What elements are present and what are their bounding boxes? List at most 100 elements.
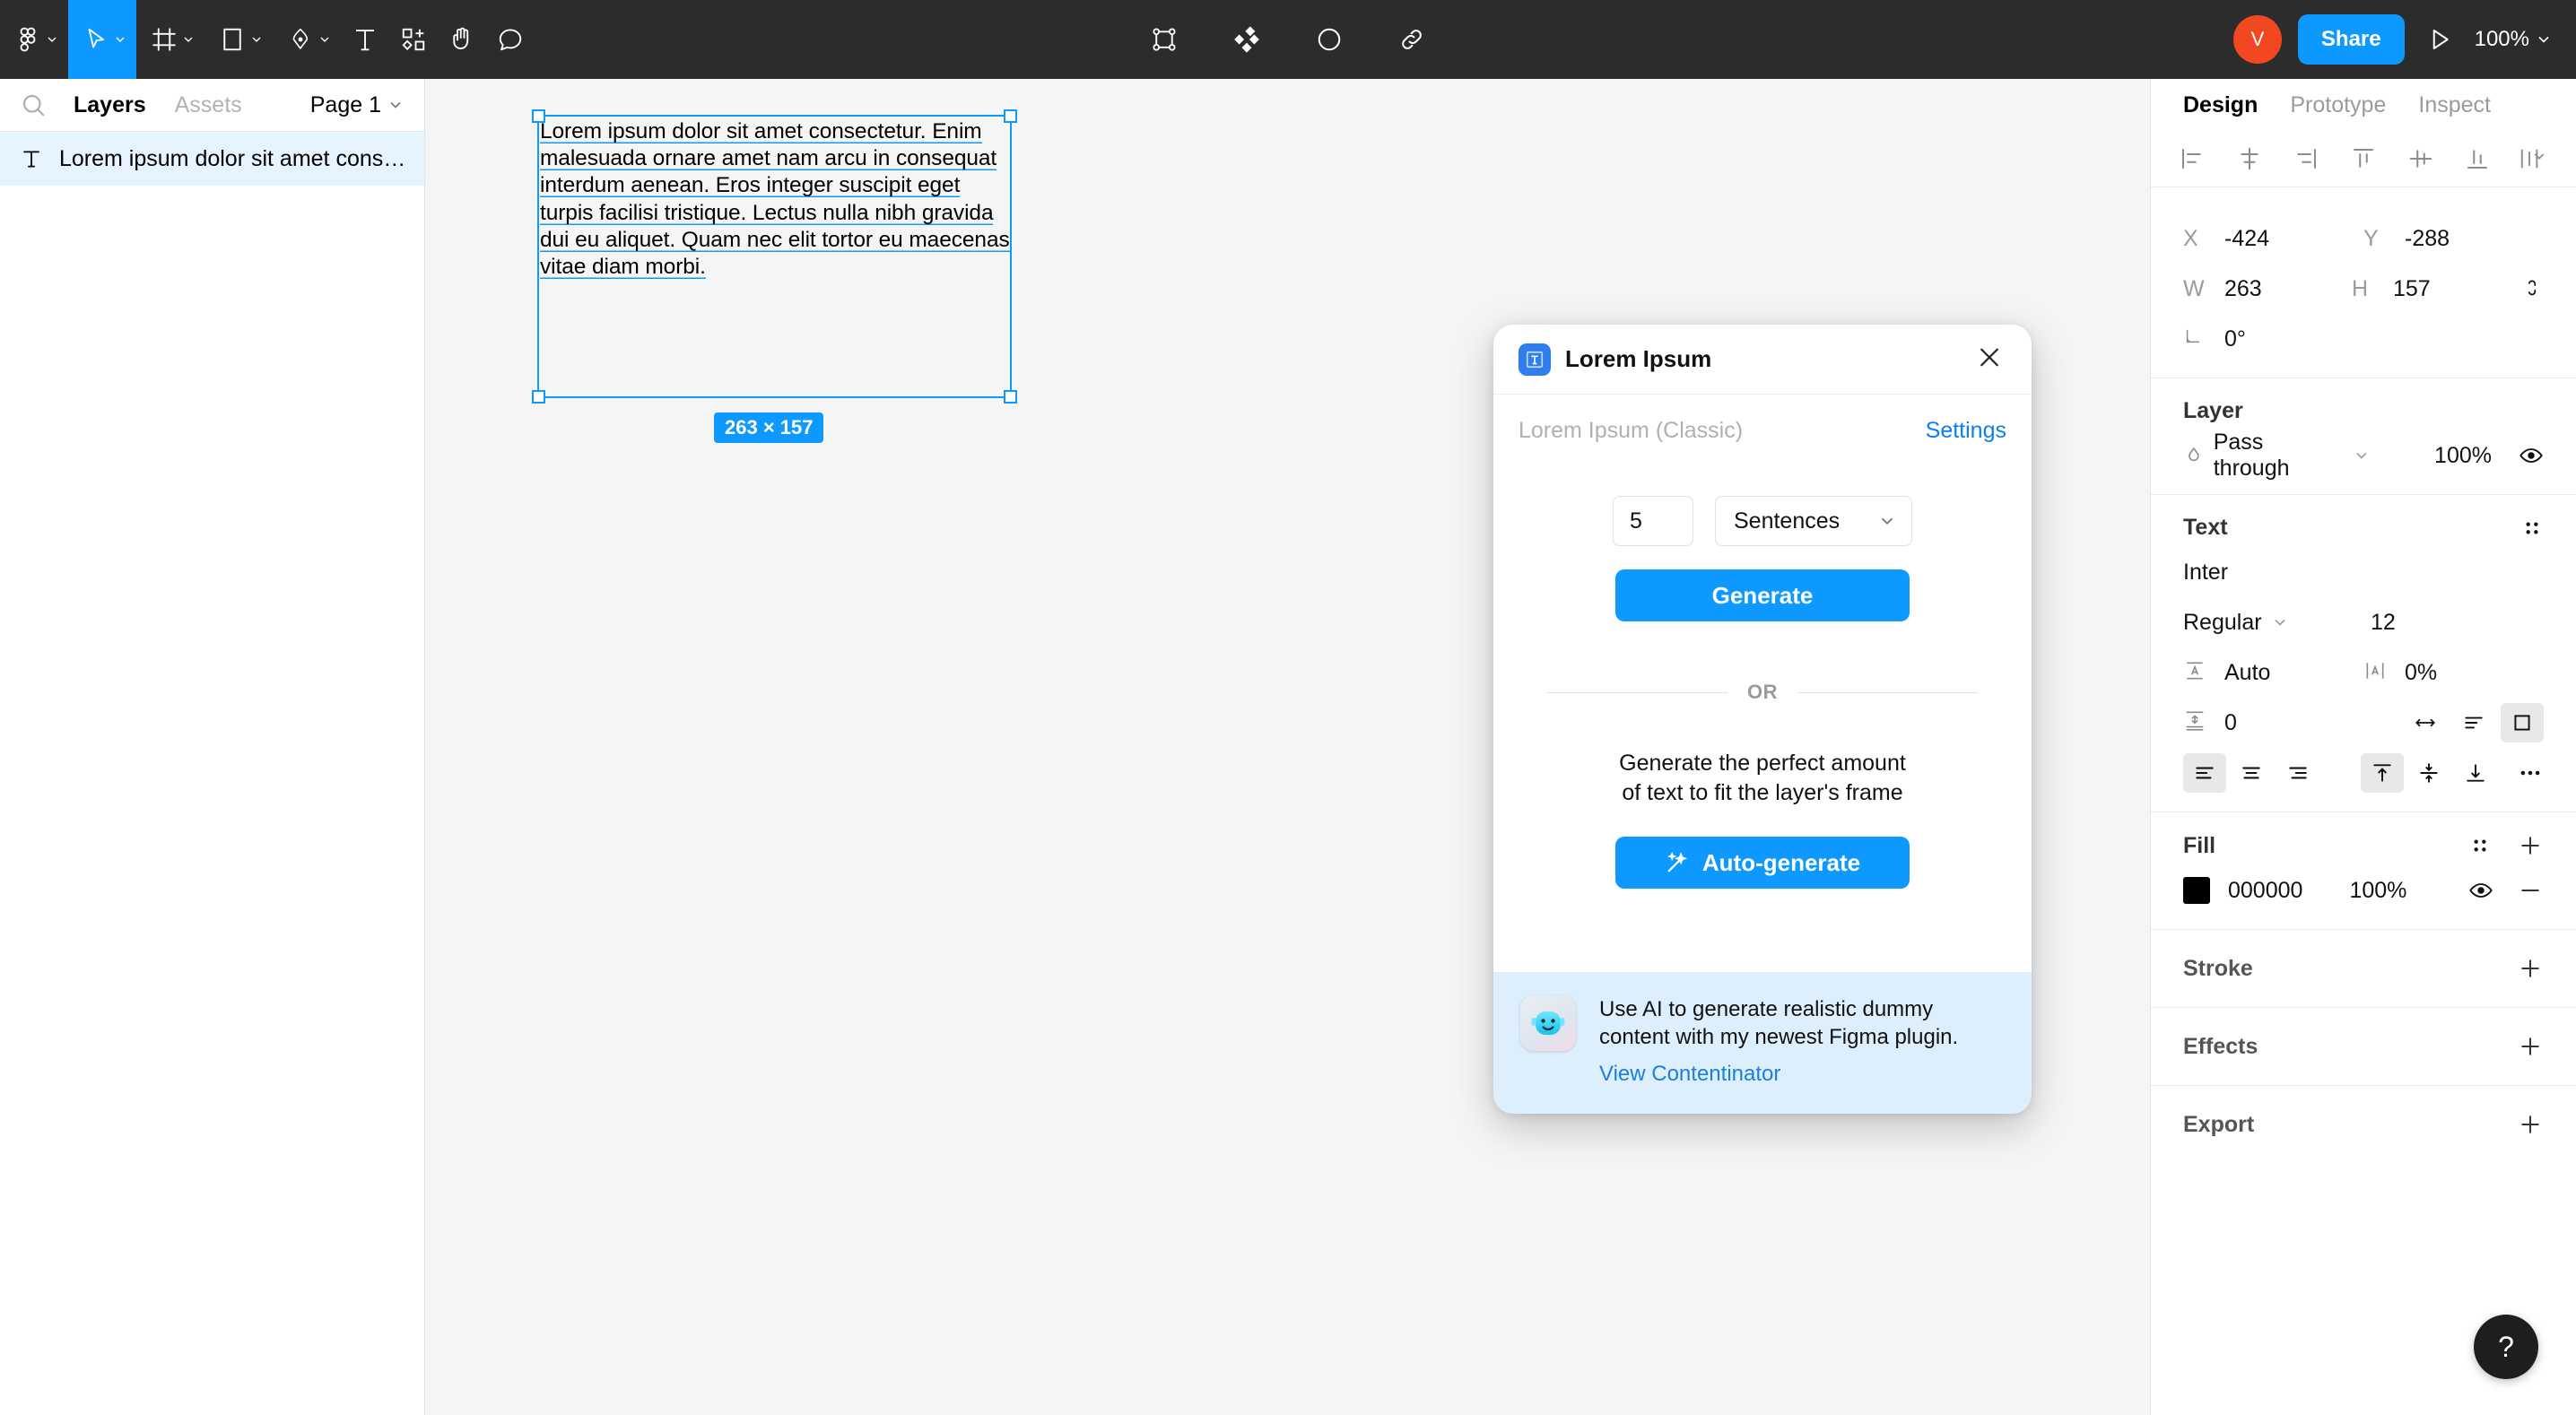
fill-title-label: Fill	[2183, 833, 2215, 859]
layers-panel-header: Layers Assets Page 1	[0, 79, 424, 131]
text-align-center-icon[interactable]	[2230, 753, 2273, 793]
fill-color-swatch[interactable]	[2183, 877, 2210, 904]
tab-inspect[interactable]: Inspect	[2418, 92, 2523, 118]
text-align-middle-icon[interactable]	[2407, 753, 2450, 793]
letter-spacing-field[interactable]: 0%	[2363, 659, 2544, 687]
text-align-top-icon[interactable]	[2361, 753, 2404, 793]
line-height-value: Auto	[2224, 660, 2270, 686]
y-field[interactable]: Y -288	[2363, 226, 2544, 252]
resize-handle-bottom-left[interactable]	[532, 390, 545, 404]
layer-section-title: Layer	[2183, 398, 2544, 424]
present-play-icon[interactable]	[2421, 26, 2459, 53]
help-button[interactable]: ?	[2474, 1315, 2538, 1379]
distribute-icon[interactable]	[2515, 139, 2554, 178]
modal-subheader: Lorem Ipsum (Classic) Settings	[1493, 395, 2032, 444]
mask-icon[interactable]	[1310, 0, 1349, 79]
layer-opacity-value[interactable]: 100%	[2434, 443, 2492, 469]
blend-mode-dropdown[interactable]: Pass through	[2183, 430, 2371, 482]
rotation-field[interactable]: 0°	[2183, 326, 2363, 352]
fixed-size-icon[interactable]	[2501, 703, 2544, 742]
pen-tool-icon[interactable]	[273, 0, 341, 79]
fill-visibility-eye-icon[interactable]	[2468, 878, 2493, 903]
tab-design[interactable]: Design	[2183, 92, 2290, 118]
font-family-row[interactable]: Inter	[2183, 553, 2544, 591]
avatar[interactable]: V	[2233, 15, 2282, 64]
w-field[interactable]: W 263	[2183, 276, 2352, 302]
text-align-bottom-icon[interactable]	[2454, 753, 2497, 793]
font-family-value: Inter	[2183, 560, 2228, 586]
settings-link[interactable]: Settings	[1926, 418, 2006, 444]
multi-component-icon[interactable]	[1227, 0, 1266, 79]
text-styles-icon[interactable]	[2520, 517, 2544, 540]
paragraph-spacing-field[interactable]: 0	[2183, 709, 2363, 737]
close-icon[interactable]	[1971, 338, 2008, 380]
text-tool-icon[interactable]	[341, 0, 389, 79]
text-align-right-icon[interactable]	[2276, 753, 2319, 793]
text-more-options-icon[interactable]	[2517, 760, 2544, 786]
align-vertical-center-icon[interactable]	[2401, 139, 2441, 178]
zoom-level-dropdown[interactable]: 100%	[2475, 27, 2556, 52]
line-height-field[interactable]: Auto	[2183, 659, 2363, 687]
generate-button[interactable]: Generate	[1615, 569, 1910, 621]
tab-assets[interactable]: Assets	[161, 92, 257, 118]
frame-tool-icon[interactable]	[136, 0, 205, 79]
layer-visibility-eye-icon[interactable]	[2519, 443, 2544, 468]
fill-header-actions	[2468, 832, 2544, 859]
font-size-value[interactable]: 12	[2371, 610, 2396, 636]
hand-tool-icon[interactable]	[438, 0, 486, 79]
resources-tool-icon[interactable]	[389, 0, 438, 79]
vertical-align-group	[2361, 753, 2497, 793]
auto-height-icon[interactable]	[2452, 703, 2495, 742]
align-top-icon[interactable]	[2344, 139, 2383, 178]
auto-width-icon[interactable]	[2404, 703, 2447, 742]
text-align-left-icon[interactable]	[2183, 753, 2226, 793]
figma-menu-icon[interactable]	[0, 0, 68, 79]
align-horizontal-center-icon[interactable]	[2230, 139, 2269, 178]
paragraph-spacing-value: 0	[2224, 710, 2237, 736]
text-section: Text Inter Regular 12	[2151, 495, 2576, 812]
align-bottom-icon[interactable]	[2458, 139, 2497, 178]
left-sidebar: Layers Assets Page 1 Lorem ipsum dolor s…	[0, 79, 425, 1415]
move-tool-icon[interactable]	[68, 0, 136, 79]
font-weight-dropdown[interactable]: Regular	[2183, 610, 2371, 636]
x-field[interactable]: X -424	[2183, 226, 2363, 252]
plugin-modal: Lorem Ipsum Lorem Ipsum (Classic) Settin…	[1493, 325, 2032, 1114]
add-effect-icon[interactable]	[2517, 1033, 2544, 1060]
fill-opacity-value[interactable]: 100%	[2349, 878, 2406, 904]
h-field[interactable]: H 157	[2352, 276, 2520, 302]
layer-name-label: Lorem ipsum dolor sit amet conse...	[59, 146, 410, 172]
link-icon[interactable]	[1392, 0, 1432, 79]
effects-section-title: Effects	[2183, 1033, 2544, 1060]
y-value: -288	[2405, 226, 2450, 252]
align-right-icon[interactable]	[2286, 139, 2326, 178]
component-icon[interactable]	[1144, 0, 1184, 79]
export-section-title: Export	[2183, 1111, 2544, 1138]
fill-hex-value[interactable]: 000000	[2228, 878, 2302, 904]
comment-tool-icon[interactable]	[486, 0, 535, 79]
add-export-icon[interactable]	[2517, 1111, 2544, 1138]
design-panel-tabs: Design Prototype Inspect	[2151, 79, 2576, 131]
figma-app-window: V Share 100% Layers Assets Page 1	[0, 0, 2576, 1415]
page-selector[interactable]: Page 1	[310, 92, 405, 118]
search-icon[interactable]	[20, 91, 47, 118]
text-alignment-row	[2183, 754, 2544, 792]
add-stroke-icon[interactable]	[2517, 955, 2544, 982]
tab-layers[interactable]: Layers	[59, 92, 161, 118]
amount-input[interactable]: 5	[1613, 496, 1693, 546]
auto-generate-button[interactable]: Auto-generate	[1615, 837, 1910, 889]
share-button[interactable]: Share	[2298, 14, 2405, 65]
resize-handle-top-right[interactable]	[1004, 109, 1017, 123]
unit-dropdown[interactable]: Sentences	[1715, 496, 1912, 546]
constrain-proportions-icon[interactable]	[2520, 277, 2544, 300]
add-fill-icon[interactable]	[2517, 832, 2544, 859]
align-left-icon[interactable]	[2172, 139, 2212, 178]
remove-fill-icon[interactable]	[2517, 877, 2544, 904]
export-section: Export	[2151, 1086, 2576, 1163]
shape-tool-icon[interactable]	[205, 0, 273, 79]
list-item[interactable]: Lorem ipsum dolor sit amet conse...	[0, 132, 424, 186]
resize-handle-bottom-right[interactable]	[1004, 390, 1017, 404]
view-contentinator-link[interactable]: View Contentinator	[1599, 1062, 1780, 1087]
resize-handle-top-left[interactable]	[532, 109, 545, 123]
tab-prototype[interactable]: Prototype	[2290, 92, 2418, 118]
fill-styles-icon[interactable]	[2468, 834, 2492, 857]
